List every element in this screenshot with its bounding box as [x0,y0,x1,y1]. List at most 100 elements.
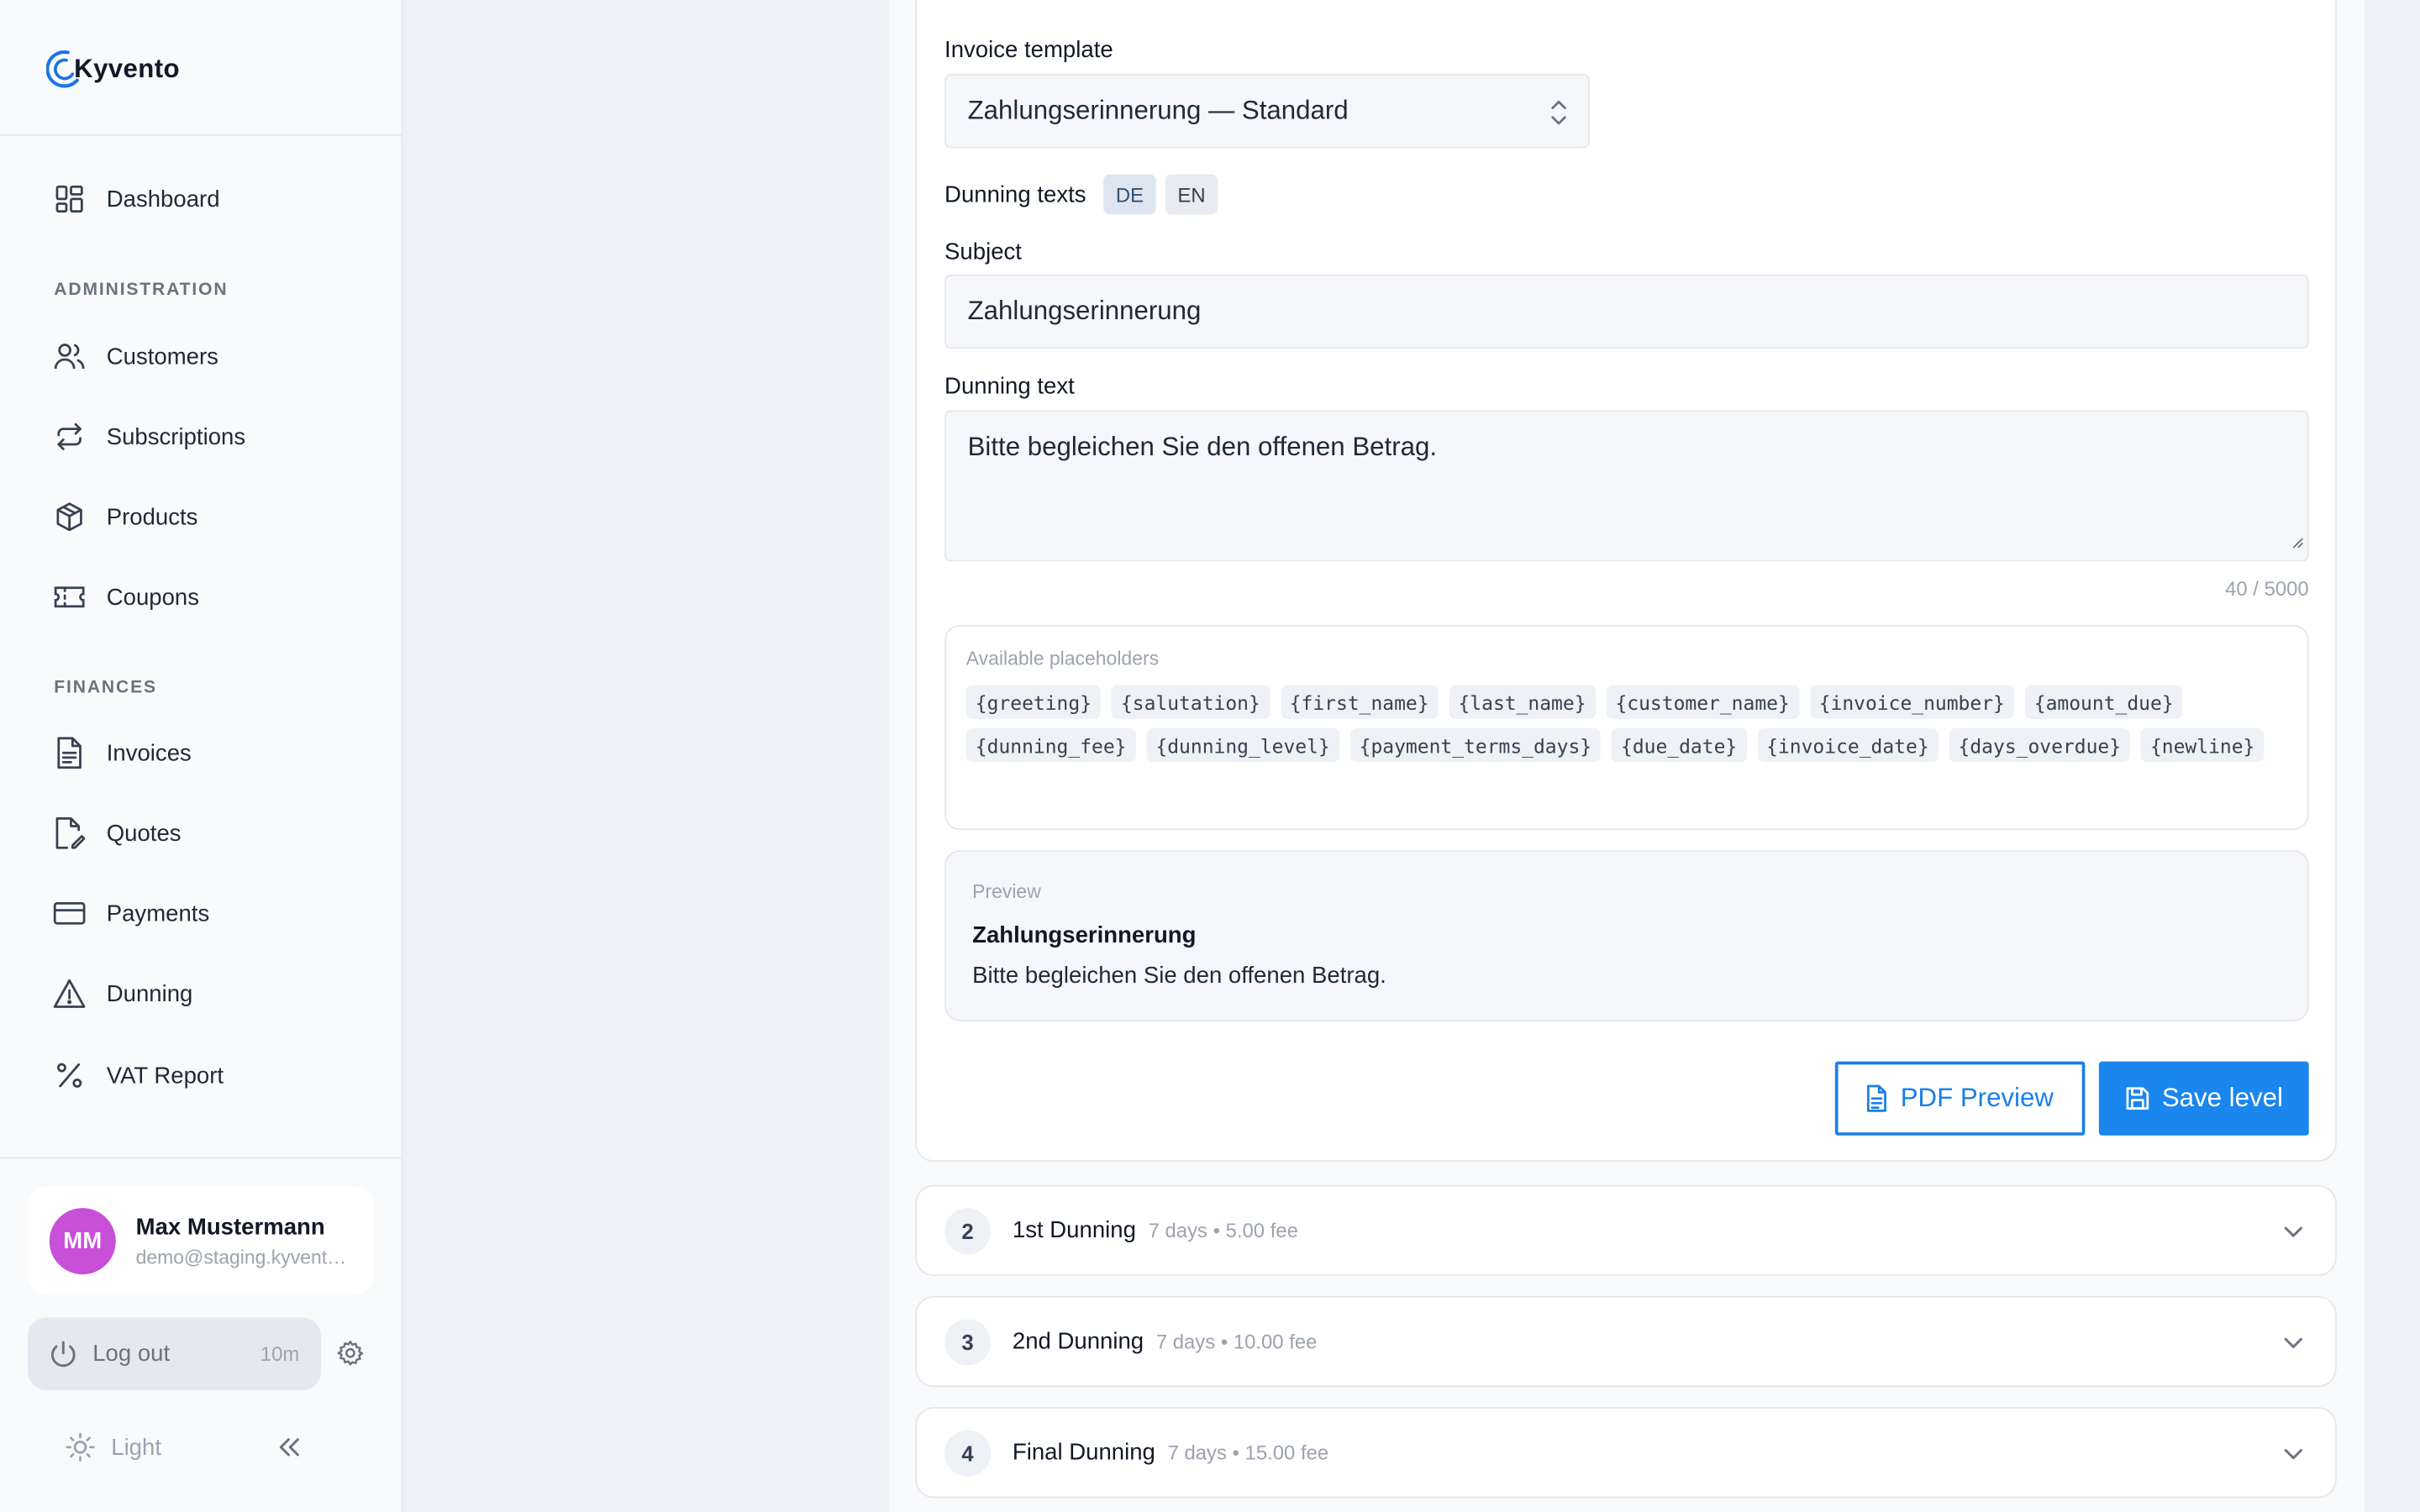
chevron-down-icon [2282,1221,2304,1250]
power-icon [48,1338,79,1369]
placeholder-chip[interactable]: {dunning_level} [1146,727,1339,763]
sidebar-item-vat-report[interactable]: VAT Report [52,1053,224,1096]
sidebar-item-label: Dashboard [106,186,220,213]
placeholder-chip[interactable]: {days_overdue} [1949,727,2131,763]
logout-button[interactable]: Log out 10m [28,1317,322,1390]
divider [0,134,402,136]
language-tab-de[interactable]: DE [1103,174,1156,215]
placeholder-chip[interactable]: {dunning_fee} [965,727,1136,763]
file-edit-icon [52,816,86,850]
sidebar-item-payments[interactable]: Payments [52,892,209,935]
sidebar-item-dashboard[interactable]: Dashboard [52,177,220,220]
dunning-level-card[interactable]: 4 Final Dunning 7 days • 15.00 fee [915,1407,2337,1499]
credit-card-icon [52,896,86,930]
placeholder-chip[interactable]: {salutation} [1111,685,1270,719]
preview-body: Bitte begleichen Sie den offenen Betrag. [972,963,1386,990]
level-name: 1st Dunning [1012,1217,1136,1244]
placeholder-chip[interactable]: {payment_terms_days} [1349,727,1602,763]
theme-toggle[interactable]: Light [65,1431,161,1462]
pdf-preview-button[interactable]: PDF Preview [1834,1061,2086,1136]
dunning-level-card[interactable]: 3 2nd Dunning 7 days • 10.00 fee [915,1295,2337,1388]
sidebar-item-label: Customers [106,343,218,370]
template-select[interactable]: Zahlungserinnerung — Standard [944,74,1590,149]
sidebar-item-subscriptions[interactable]: Subscriptions [52,415,245,458]
character-counter: 40 / 5000 [2225,576,2309,601]
level-meta: 7 days • 5.00 fee [1148,1218,1298,1242]
sidebar: Kyvento Dashboard ADMINISTRATION Custome… [0,0,403,1512]
pdf-preview-label: PDF Preview [1900,1083,2054,1113]
user-card[interactable]: MM Max Mustermann demo@staging.kyvento.d… [28,1186,374,1294]
template-label: Invoice template [944,37,1113,64]
sidebar-item-label: Dunning [106,980,193,1007]
placeholder-chip[interactable]: {invoice_number} [1809,685,2014,719]
level-name: 2nd Dunning [1012,1328,1144,1355]
sidebar-item-invoices[interactable]: Invoices [52,732,192,774]
dashboard-icon [52,182,86,216]
sidebar-item-label: Payments [106,900,210,927]
placeholder-chip[interactable]: {due_date} [1611,727,1747,763]
subject-input[interactable]: Zahlungserinnerung [944,274,2309,349]
save-level-button[interactable]: Save level [2098,1061,2309,1136]
level-title: Final Dunning 7 days • 15.00 fee [1013,1440,1328,1466]
sidebar-item-label: VAT Report [106,1062,224,1089]
save-icon [2125,1086,2149,1110]
repeat-icon [52,420,86,454]
user-name: Max Mustermann [135,1214,325,1241]
placeholder-chip[interactable]: {last_name} [1449,685,1596,719]
placeholder-chip[interactable]: {amount_due} [2024,685,2183,719]
level-number-badge: 4 [944,1430,992,1477]
sidebar-item-label: Quotes [106,820,182,847]
users-icon [52,339,86,373]
sidebar-item-dunning[interactable]: Dunning [52,972,192,1015]
logo[interactable]: Kyvento [46,46,180,92]
placeholder-chip[interactable]: {customer_name} [1606,685,1799,719]
placeholder-chip-list: {greeting} {salutation} {first_name} {la… [965,685,2294,763]
save-level-label: Save level [2161,1083,2283,1113]
preview-subject: Zahlungserinnerung [972,922,1197,949]
sidebar-item-coupons[interactable]: Coupons [52,575,199,618]
logout-label: Log out [92,1341,171,1368]
placeholder-chip[interactable]: {greeting} [965,685,1102,719]
placeholder-chip[interactable]: {newline} [2140,727,2265,763]
section-title-administration: ADMINISTRATION [54,281,229,300]
sidebar-item-label: Invoices [106,739,192,766]
subject-input-value: Zahlungserinnerung [967,296,1202,326]
chevron-down-icon [2282,1442,2304,1472]
file-text-icon [52,736,86,769]
dunning-texts-label: Dunning texts [944,181,1086,208]
placeholder-chip[interactable]: {invoice_date} [1757,727,1939,763]
level-name: Final Dunning [1012,1439,1155,1466]
template-select-value: Zahlungserinnerung — Standard [967,95,1349,125]
placeholders-title: Available placeholders [965,648,1160,670]
level-number-badge: 2 [944,1208,992,1255]
dunning-level-card[interactable]: 2 1st Dunning 7 days • 5.00 fee [915,1184,2337,1276]
language-tab-en[interactable]: EN [1165,174,1218,215]
resize-handle-icon[interactable] [2289,526,2304,557]
app-root: Kyvento Dashboard ADMINISTRATION Custome… [0,0,2420,1512]
sidebar-item-products[interactable]: Products [52,496,197,538]
avatar: MM [49,1208,116,1275]
section-title-finances: FINANCES [54,679,157,698]
percent-icon [52,1058,86,1092]
dunning-text-textarea[interactable]: Bitte begleichen Sie den offenen Betrag. [944,410,2309,562]
ticket-icon [52,580,86,614]
collapse-sidebar-icon[interactable] [275,1433,302,1461]
sidebar-item-customers[interactable]: Customers [52,335,218,378]
divider [0,1157,402,1159]
gear-icon[interactable] [336,1339,364,1367]
logo-text: Kyvento [74,54,180,84]
box-icon [52,500,86,533]
file-text-icon [1866,1084,1888,1112]
alert-triangle-icon [52,977,86,1011]
level-meta: 7 days • 15.00 fee [1167,1441,1329,1465]
placeholder-chip[interactable]: {first_name} [1280,685,1439,719]
sidebar-item-label: Subscriptions [106,423,246,450]
sidebar-item-label: Products [106,503,198,530]
preview-label: Preview [972,880,1041,903]
theme-label: Light [111,1434,161,1461]
dunning-text-value: Bitte begleichen Sie den offenen Betrag. [967,432,1438,462]
sidebar-item-label: Coupons [106,584,200,611]
sidebar-item-quotes[interactable]: Quotes [52,811,182,854]
subject-label: Subject [944,239,1022,265]
session-timer: 10m [260,1341,300,1366]
